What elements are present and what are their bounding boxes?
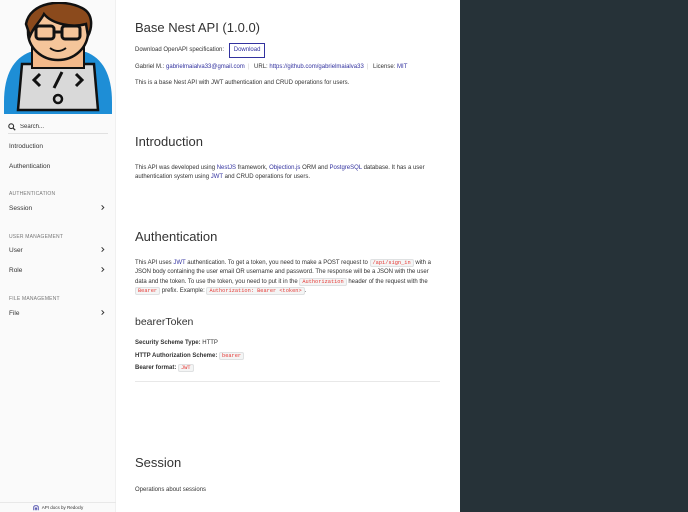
bearer-prefix-code: Bearer: [135, 287, 161, 296]
authentication-text: This API uses JWT authentication. To get…: [135, 259, 431, 296]
sidebar: Introduction Authentication AUTHENTICATI…: [0, 0, 116, 512]
http-scheme-value: bearer: [219, 352, 245, 360]
bearer-format-value: JWT: [178, 364, 194, 372]
section-title-file-management: FILE MANAGEMENT: [9, 296, 60, 302]
redocly-footer-label: API docs by Redocly: [41, 505, 84, 510]
contact-row: Gabriel M.: gabrielmaialva33@gmail.com | …: [135, 64, 408, 70]
jwt-link[interactable]: JWT: [173, 260, 185, 266]
bearer-format-label: Bearer format:: [135, 365, 177, 371]
section-title-authentication: AUTHENTICATION: [9, 191, 56, 197]
search-box[interactable]: [8, 120, 108, 134]
sidebar-item-authentication[interactable]: Authentication: [0, 158, 116, 174]
chevron-right-icon: [101, 309, 105, 316]
sidebar-item-label: Role: [9, 266, 23, 274]
http-scheme-row: HTTP Authorization Scheme: bearer: [135, 352, 440, 361]
search-icon: [8, 122, 16, 131]
sidebar-item-user[interactable]: User: [0, 242, 116, 258]
search-input[interactable]: [20, 123, 106, 130]
sidebar-item-role[interactable]: Role: [0, 262, 116, 278]
sidebar-item-label: Session: [9, 204, 33, 212]
authorization-example-code: Authorization: Bearer <token>: [206, 287, 305, 296]
redocly-logo-icon: [33, 504, 39, 510]
sidebar-item-label: Authentication: [9, 162, 51, 170]
section-title-user-management: USER MANAGEMENT: [9, 234, 64, 240]
introduction-title: Introduction: [135, 134, 203, 149]
contact-email-link[interactable]: gabrielmaialva33@gmail.com: [166, 64, 245, 70]
authentication-title: Authentication: [135, 229, 218, 244]
sidebar-item-introduction[interactable]: Introduction: [0, 138, 116, 154]
section-divider: [135, 381, 440, 382]
right-code-panel: [460, 0, 688, 512]
sidebar-item-label: File: [9, 309, 20, 317]
license-link[interactable]: MIT: [397, 64, 407, 70]
url-label: URL:: [254, 64, 268, 70]
sidebar-item-session[interactable]: Session: [0, 200, 116, 216]
session-description: Operations about sessions: [135, 487, 207, 493]
scheme-type-label: Security Scheme Type:: [135, 340, 201, 346]
signin-endpoint-code: /api/sign_in: [369, 259, 414, 267]
security-scheme-type-row: Security Scheme Type: HTTP: [135, 339, 440, 348]
objection-link[interactable]: Objection.js: [269, 165, 300, 171]
security-scheme-title: bearerToken: [135, 316, 194, 328]
api-description: This is a base Nest API with JWT authent…: [135, 80, 350, 86]
chevron-right-icon: [101, 204, 105, 211]
redocly-footer-link[interactable]: API docs by Redocly: [0, 502, 116, 512]
contact-name: Gabriel M.:: [135, 64, 165, 70]
sidebar-item-file[interactable]: File: [0, 305, 116, 321]
nestjs-link[interactable]: NestJS: [217, 165, 236, 171]
scheme-type-value: HTTP: [202, 340, 218, 346]
sidebar-item-label: User: [9, 246, 23, 254]
download-label: Download OpenAPI specification:: [135, 47, 225, 53]
chevron-right-icon: [101, 266, 105, 273]
download-button[interactable]: Download: [228, 43, 266, 59]
download-row: Download OpenAPI specification: Download: [135, 43, 440, 59]
bearer-format-row: Bearer format: JWT: [135, 364, 440, 373]
page-title: Base Nest API (1.0.0): [135, 20, 261, 35]
license-label: License:: [373, 64, 396, 70]
main-content: Base Nest API (1.0.0) Download OpenAPI s…: [116, 0, 460, 512]
chevron-right-icon: [101, 246, 105, 253]
http-scheme-label: HTTP Authorization Scheme:: [135, 353, 218, 359]
sidebar-item-label: Introduction: [9, 142, 43, 150]
developer-avatar-logo: [4, 2, 112, 114]
authorization-header-code: Authorization: [299, 277, 347, 286]
url-link[interactable]: https://github.com/gabrielmaialva33: [269, 64, 363, 70]
session-title: Session: [135, 455, 182, 470]
introduction-text: This API was developed using NestJS fram…: [135, 165, 425, 181]
jwt-link[interactable]: JWT: [211, 174, 223, 180]
postgresql-link[interactable]: PostgreSQL: [329, 165, 361, 171]
